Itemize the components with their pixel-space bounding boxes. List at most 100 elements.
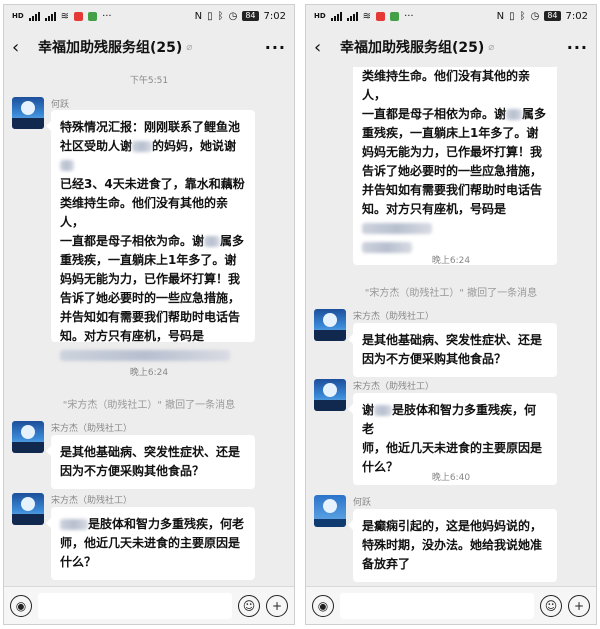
message-line: 因为不方便采购其他食品？ bbox=[362, 352, 507, 366]
voice-input-icon[interactable]: ◉ bbox=[10, 594, 32, 617]
message-line: 知。对方只有座机，号码是 bbox=[362, 202, 507, 216]
chat-header: ‹ 幸福加助残服务组(25) ⌀ ··· bbox=[306, 27, 596, 67]
battery-icon: 84 bbox=[242, 11, 259, 21]
message-line: 重残疾，一直躺床上1年多了。谢 bbox=[60, 253, 237, 267]
timestamp: 晚上6:24 bbox=[129, 368, 169, 378]
status-bar: HD ≋ ··· N ▯ ᛒ ◷ 84 7:02 bbox=[4, 5, 294, 27]
redacted-text bbox=[132, 141, 153, 152]
nfc-icon: N bbox=[496, 10, 505, 22]
message-line: 妈妈无能为力，已作最坏打算！我 bbox=[60, 272, 241, 286]
phone-screen-left: HD ≋ ··· N ▯ ᛒ ◷ 84 7:02 ‹ 幸福加助残服务组(25) … bbox=[3, 4, 295, 625]
signal-icon bbox=[330, 11, 342, 21]
message-bubble[interactable]: 是肢体和智力多重残疾，何老 师，他近几天未进食的主要原因是 什么？ bbox=[46, 507, 255, 580]
vibrate-icon: ▯ bbox=[509, 10, 515, 22]
sender-name: 宋方杰（助残社工） bbox=[51, 496, 133, 506]
message-line: 什么？ bbox=[60, 555, 97, 569]
redacted-text bbox=[60, 519, 88, 530]
avatar[interactable] bbox=[314, 309, 346, 341]
emoji-icon[interactable]: ☺ bbox=[238, 594, 260, 617]
message-bubble[interactable]: 类维持生命。他们没有其他的亲人， 一直都是母子相依为命。谢 属多 重残疾，一直躺床… bbox=[353, 67, 557, 265]
message-line: 社区受助人谢 的妈妈，她说谢 bbox=[60, 137, 246, 175]
redacted-text bbox=[374, 405, 393, 416]
message-bubble[interactable]: 是癫痫引起的，这是他妈妈说的， 特殊时期，没办法。她给我说她准 备放弃了 bbox=[348, 509, 557, 582]
emoji-icon[interactable]: ☺ bbox=[540, 594, 562, 617]
recall-notice: "宋方杰（助残社工）" 撤回了一条消息 bbox=[62, 400, 236, 411]
timestamp: 晚上6:24 bbox=[431, 256, 471, 266]
message-line: 是其他基础病、突发性症状、还是 bbox=[362, 333, 543, 347]
plus-icon[interactable]: + bbox=[568, 594, 590, 617]
message-line: 类维持生命。他们没有其他的亲人， bbox=[60, 196, 229, 229]
timestamp: 下午5:51 bbox=[129, 76, 169, 86]
nfc-icon: N bbox=[194, 10, 203, 22]
more-notifications-icon: ··· bbox=[404, 10, 414, 22]
message-line: 并告知如有需要我们帮助时电话告 bbox=[362, 183, 543, 197]
redacted-text bbox=[204, 236, 221, 247]
alarm-icon: ◷ bbox=[228, 10, 238, 22]
message-line: 是癫痫引起的，这是他妈妈说的， bbox=[362, 519, 543, 533]
more-options-button[interactable]: ··· bbox=[567, 38, 588, 57]
avatar[interactable] bbox=[12, 493, 44, 525]
message-line: 知。对方只有座机，号码是 bbox=[60, 329, 205, 343]
message-line: 是其他基础病、突发性症状、还是 bbox=[60, 445, 241, 459]
avatar[interactable] bbox=[12, 421, 44, 453]
sender-name: 何跃 bbox=[353, 498, 372, 508]
message-line: 告诉了她必要时的一些应急措施， bbox=[60, 291, 241, 305]
message-line: 妈妈无能为力，已作最坏打算！我 bbox=[362, 145, 543, 159]
clock: 7:02 bbox=[263, 10, 286, 22]
message-line: 告诉了她必要时的一些应急措施， bbox=[362, 164, 543, 178]
message-line: 师，他近几天未进食的主要原因是 bbox=[60, 536, 241, 550]
timestamp: 晚上6:40 bbox=[431, 473, 471, 483]
message-line: 备放弃了 bbox=[362, 557, 411, 571]
message-list[interactable]: 下午5:51 何跃 特殊情况汇报：刚刚联系了鲤鱼池 社区受助人谢 的妈妈，她说谢 … bbox=[4, 67, 294, 587]
message-line: 已经3、4天未进食了，靠水和藕粉 bbox=[60, 177, 245, 191]
battery-icon: 84 bbox=[544, 11, 561, 21]
message-line: 并告知如有需要我们帮助时电话告 bbox=[60, 310, 241, 324]
wifi-icon: ≋ bbox=[362, 10, 372, 22]
redacted-text bbox=[60, 160, 74, 171]
redacted-line bbox=[362, 219, 548, 238]
app-notification-icon bbox=[74, 11, 84, 21]
message-line: 谢是肢体和智力多重残疾，何老 bbox=[362, 403, 537, 436]
message-list[interactable]: 类维持生命。他们没有其他的亲人， 一直都是母子相依为命。谢 属多 重残疾，一直躺床… bbox=[306, 67, 596, 587]
mute-icon: ⌀ bbox=[186, 41, 193, 53]
avatar[interactable] bbox=[314, 379, 346, 411]
message-line: 特殊情况汇报：刚刚联系了鲤鱼池 bbox=[60, 120, 241, 134]
sender-name: 宋方杰（助残社工） bbox=[353, 382, 435, 392]
sender-name: 何跃 bbox=[51, 100, 70, 110]
alarm-icon: ◷ bbox=[530, 10, 540, 22]
avatar[interactable] bbox=[12, 97, 44, 129]
wechat-notification-icon bbox=[390, 11, 400, 21]
message-line: 因为不方便采购其他食品？ bbox=[60, 464, 205, 478]
message-input[interactable] bbox=[38, 592, 232, 619]
redacted-line bbox=[60, 346, 246, 365]
back-icon[interactable]: ‹ bbox=[314, 37, 334, 58]
wifi-icon: ≋ bbox=[60, 10, 70, 22]
sender-name: 宋方杰（助残社工） bbox=[353, 312, 435, 322]
clock: 7:02 bbox=[565, 10, 588, 22]
signal-icon-2 bbox=[346, 11, 358, 21]
message-line: 重残疾，一直躺床上1年多了。谢 bbox=[362, 126, 539, 140]
more-options-button[interactable]: ··· bbox=[265, 38, 286, 57]
message-input[interactable] bbox=[340, 592, 534, 619]
bluetooth-icon: ᛒ bbox=[519, 10, 526, 22]
message-line: 一直都是母子相依为命。谢 属多 bbox=[60, 234, 245, 248]
avatar[interactable] bbox=[314, 495, 346, 527]
message-bubble[interactable]: 特殊情况汇报：刚刚联系了鲤鱼池 社区受助人谢 的妈妈，她说谢 已经3、4天未进食了… bbox=[46, 110, 255, 361]
message-bubble[interactable]: 是其他基础病、突发性症状、还是 因为不方便采购其他食品？ bbox=[348, 323, 557, 377]
voice-input-icon[interactable]: ◉ bbox=[312, 594, 334, 617]
chat-header: ‹ 幸福加助残服务组(25) ⌀ ··· bbox=[4, 27, 294, 67]
plus-icon[interactable]: + bbox=[266, 594, 288, 617]
back-icon[interactable]: ‹ bbox=[12, 37, 32, 58]
hd-indicator: HD bbox=[314, 12, 326, 20]
status-bar: HD ≋ ··· N ▯ ᛒ ◷ 84 7:02 bbox=[306, 5, 596, 27]
message-bubble[interactable]: 是其他基础病、突发性症状、还是 因为不方便采购其他食品？ bbox=[46, 435, 255, 489]
wechat-notification-icon bbox=[88, 11, 98, 21]
message-line: 是肢体和智力多重残疾，何老 bbox=[60, 515, 246, 534]
chat-title: 幸福加助残服务组(25) bbox=[340, 40, 485, 56]
signal-icon bbox=[28, 11, 40, 21]
signal-icon-2 bbox=[44, 11, 56, 21]
chat-title: 幸福加助残服务组(25) bbox=[38, 40, 183, 56]
hd-indicator: HD bbox=[12, 12, 24, 20]
message-line: 师，他近几天未进食的主要原因是 bbox=[362, 441, 543, 455]
recall-notice: "宋方杰（助残社工）" 撤回了一条消息 bbox=[364, 288, 538, 299]
